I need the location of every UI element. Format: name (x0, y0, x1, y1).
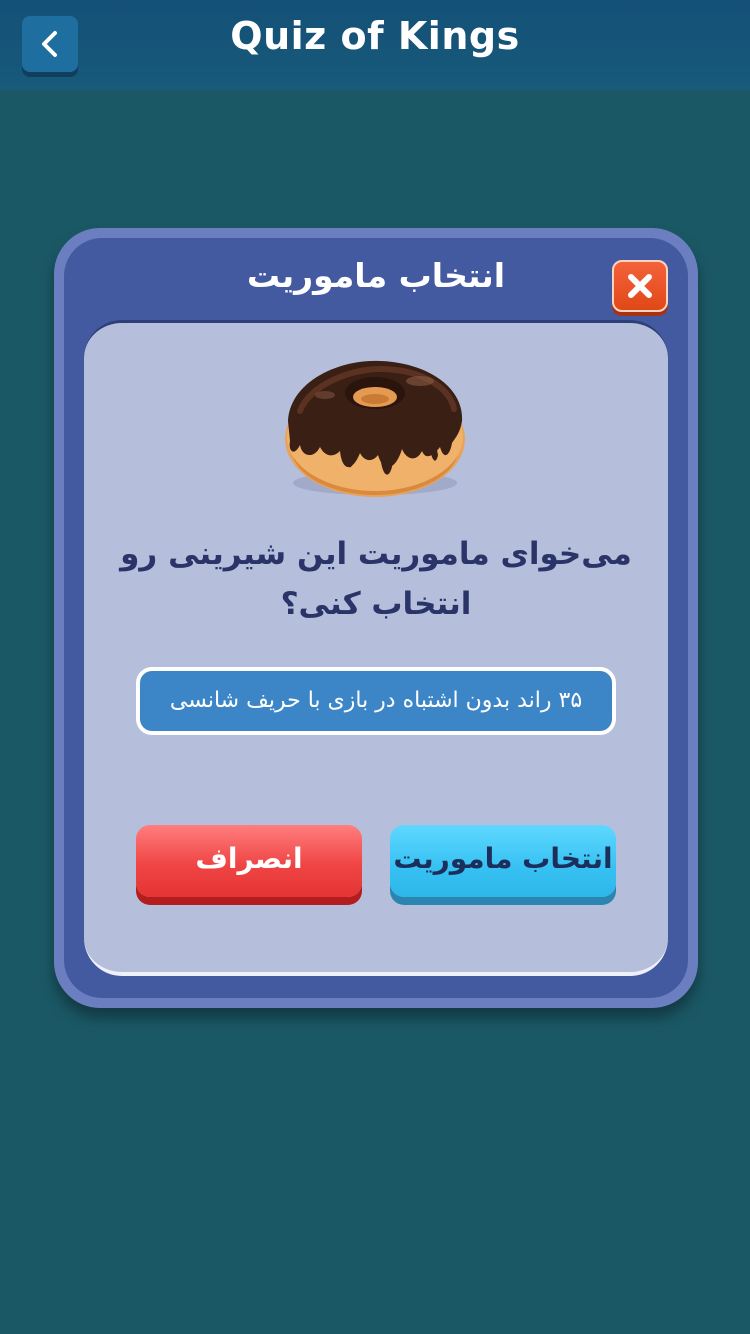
mission-dialog: انتخاب ماموریت (54, 228, 698, 1008)
top-bar: Quiz of Kings (0, 0, 750, 90)
dialog-frame: انتخاب ماموریت (64, 238, 688, 998)
cancel-button[interactable]: انصراف (136, 825, 362, 897)
question-line-1: می‌خوای ماموریت این شیرینی رو (120, 536, 632, 572)
close-icon (628, 274, 652, 298)
dialog-title: انتخاب ماموریت (246, 256, 506, 295)
donut-icon (285, 360, 465, 497)
app-title: Quiz of Kings (230, 14, 520, 58)
mission-description: ۳۵ راند بدون اشتباه در بازی با حریف شانس… (136, 667, 616, 735)
dialog-content: می‌خوای ماموریت این شیرینی رو انتخاب کنی… (84, 320, 668, 976)
question-line-2: انتخاب کنی؟ (280, 586, 472, 622)
close-button[interactable] (612, 260, 668, 312)
question-text: می‌خوای ماموریت این شیرینی رو انتخاب کنی… (114, 529, 638, 629)
select-mission-button[interactable]: انتخاب ماموریت (390, 825, 616, 897)
